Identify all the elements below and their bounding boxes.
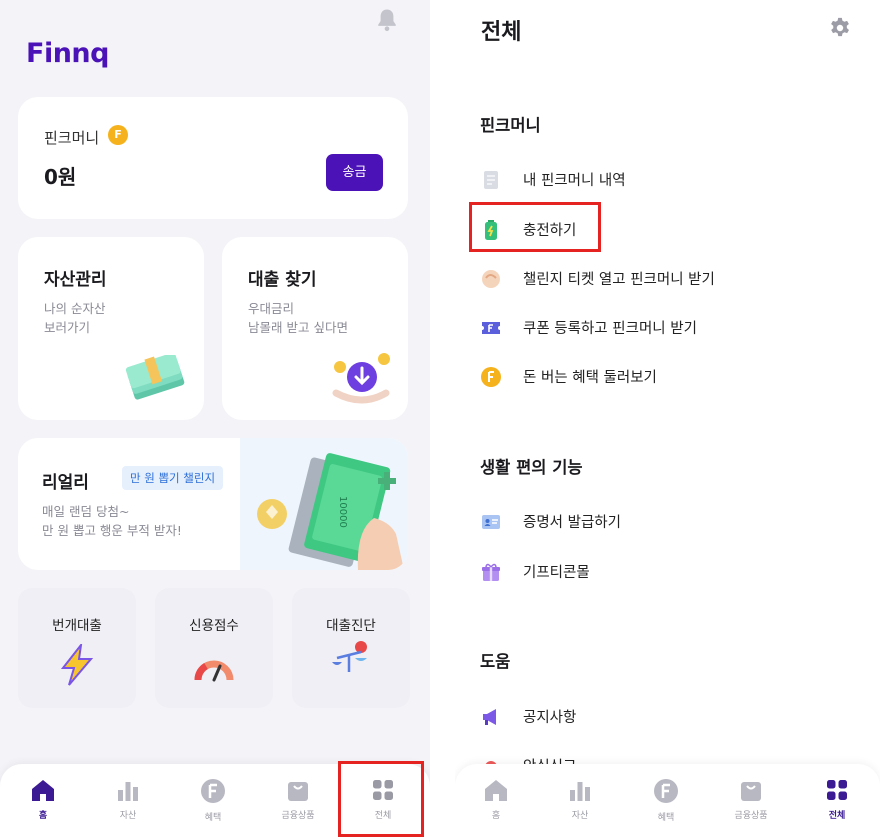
realy-subtitle: 매일 랜덤 당첨~ 만 원 뽑고 행운 부적 받자! (42, 502, 182, 540)
quick-loan-label: 번개대출 (52, 618, 102, 634)
realy-badge: 만 원 뽑기 챌린지 (122, 466, 224, 490)
section-title-help: 도움 (480, 652, 511, 671)
quick-loan-card[interactable]: 번개대출 (18, 588, 136, 708)
credit-score-card[interactable]: 신용점수 (155, 588, 273, 708)
money-stack-icon (125, 355, 185, 400)
all-menu-header: 전체 (455, 0, 880, 62)
bar-chart-icon (118, 782, 138, 801)
loan-card-subtitle: 우대금리 남몰래 받고 싶다면 (248, 299, 348, 337)
f-coin-icon (481, 367, 501, 387)
home-icon (32, 780, 54, 801)
nav-assets-label: 자산 (571, 811, 589, 821)
menu-item-benefits[interactable]: 돈 버는 혜택 둘러보기 (480, 361, 860, 391)
nav-home-label: 홈 (491, 811, 501, 821)
realy-title: 리얼리 (42, 473, 89, 493)
gear-icon[interactable] (829, 17, 851, 39)
menu-item-label: 돈 버는 혜택 둘러보기 (523, 370, 657, 386)
menu-item-label: 증명서 발급하기 (523, 515, 621, 531)
menu-item-money-history[interactable]: 내 핀크머니 내역 (480, 164, 860, 194)
bottom-nav: 홈 자산 혜택 금융상품 전체 (455, 764, 880, 838)
megaphone-icon (483, 709, 496, 725)
nav-home[interactable]: 홈 (466, 778, 526, 821)
finnq-logo: Finnq (26, 38, 109, 69)
hand-icon (482, 270, 500, 288)
finnq-money-label: 핀크머니 (44, 129, 100, 147)
realy-challenge-card[interactable]: 리얼리 만 원 뽑기 챌린지 매일 랜덤 당첨~ 만 원 뽑고 행운 부적 받자… (18, 438, 408, 570)
bar-chart-icon (570, 782, 590, 801)
page-title: 전체 (481, 20, 522, 45)
credit-score-label: 신용점수 (189, 618, 239, 634)
nav-products-label: 금융상품 (734, 811, 768, 821)
asset-card-subtitle: 나의 순자산 보러가기 (44, 299, 105, 337)
highlight-box-charge (469, 202, 601, 252)
lightning-icon (60, 644, 94, 686)
nav-benefits-label: 혜택 (657, 813, 675, 823)
section-title-finnq-money: 핀크머니 (480, 116, 541, 135)
nav-products-label: 금융상품 (281, 811, 315, 821)
finnq-money-card[interactable]: 핀크머니 F 0원 송금 (18, 97, 408, 219)
menu-item-notice[interactable]: 공지사항 (480, 701, 860, 731)
nav-products[interactable]: 금융상품 (721, 778, 781, 821)
nav-products[interactable]: 금융상품 (268, 778, 328, 821)
bell-icon[interactable] (373, 6, 401, 34)
f-coin-icon (201, 779, 225, 803)
nav-home-label: 홈 (38, 811, 48, 821)
nav-benefits-label: 혜택 (204, 813, 222, 823)
home-icon (485, 780, 507, 801)
shopping-bag-icon (288, 782, 308, 801)
all-menu-screen: 전체 핀크머니 내 핀크머니 내역 충전하기 챌린지 티켓 열고 핀크머니 받기… (455, 0, 880, 838)
asset-sub-line-1: 나의 순자산 (44, 301, 106, 316)
grid-icon (827, 780, 847, 800)
loan-diagnosis-card[interactable]: 대출진단 (292, 588, 410, 708)
highlight-box-nav-all (338, 761, 424, 837)
nav-assets-label: 자산 (119, 811, 137, 821)
shopping-bag-icon (741, 782, 761, 801)
realy-sub-line-1: 매일 랜덤 당첨~ (42, 504, 130, 519)
menu-item-label: 챌린지 티켓 열고 핀크머니 받기 (523, 272, 715, 288)
find-loan-card[interactable]: 대출 찾기 우대금리 남몰래 받고 싶다면 (222, 237, 408, 420)
loan-card-title: 대출 찾기 (248, 270, 317, 290)
menu-item-gifticon[interactable]: 기프티콘몰 (480, 556, 860, 586)
realy-sub-line-2: 만 원 뽑고 행운 부적 받자! (42, 523, 182, 538)
menu-item-label: 쿠폰 등록하고 핀크머니 받기 (523, 321, 697, 337)
gift-icon (482, 563, 500, 581)
download-coin-icon (332, 353, 390, 404)
nav-assets[interactable]: 자산 (550, 778, 610, 821)
banknote-value: 10000 (337, 496, 348, 528)
home-screen: Finnq 핀크머니 F 0원 송금 자산관리 나의 순자산 보러가기 대출 찾… (0, 0, 430, 838)
nav-benefits[interactable]: 혜택 (636, 778, 696, 823)
receipt-icon (484, 171, 498, 189)
menu-item-label: 공지사항 (523, 710, 577, 726)
f-coin-icon: F (108, 125, 128, 145)
send-button[interactable]: 송금 (326, 154, 383, 191)
nav-home[interactable]: 홈 (13, 778, 73, 821)
loan-sub-line-2: 남몰래 받고 싶다면 (248, 320, 348, 335)
finnq-money-amount: 0원 (44, 165, 77, 189)
f-coin-icon (654, 779, 678, 803)
asset-card-title: 자산관리 (44, 270, 107, 290)
coupon-icon (482, 322, 500, 334)
asset-management-card[interactable]: 자산관리 나의 순자산 보러가기 (18, 237, 204, 420)
loan-diagnosis-label: 대출진단 (326, 618, 376, 634)
menu-item-challenge-ticket[interactable]: 챌린지 티켓 열고 핀크머니 받기 (480, 263, 860, 293)
menu-item-label: 기프티콘몰 (523, 565, 590, 581)
menu-item-label: 내 핀크머니 내역 (523, 173, 626, 189)
nav-benefits[interactable]: 혜택 (183, 778, 243, 823)
nav-all[interactable]: 전체 (807, 778, 867, 821)
gauge-icon (194, 660, 234, 682)
id-card-icon (482, 515, 500, 529)
nav-assets[interactable]: 자산 (98, 778, 158, 821)
nav-all-label: 전체 (828, 811, 846, 821)
banknote-hand-illustration: 10000 (240, 438, 408, 570)
loan-sub-line-1: 우대금리 (248, 301, 295, 316)
menu-item-certificate[interactable]: 증명서 발급하기 (480, 506, 860, 536)
section-title-life-features: 생활 편의 기능 (480, 458, 583, 477)
balance-scale-icon (332, 641, 367, 672)
asset-sub-line-2: 보러가기 (44, 320, 91, 335)
menu-item-coupon[interactable]: 쿠폰 등록하고 핀크머니 받기 (480, 312, 860, 342)
